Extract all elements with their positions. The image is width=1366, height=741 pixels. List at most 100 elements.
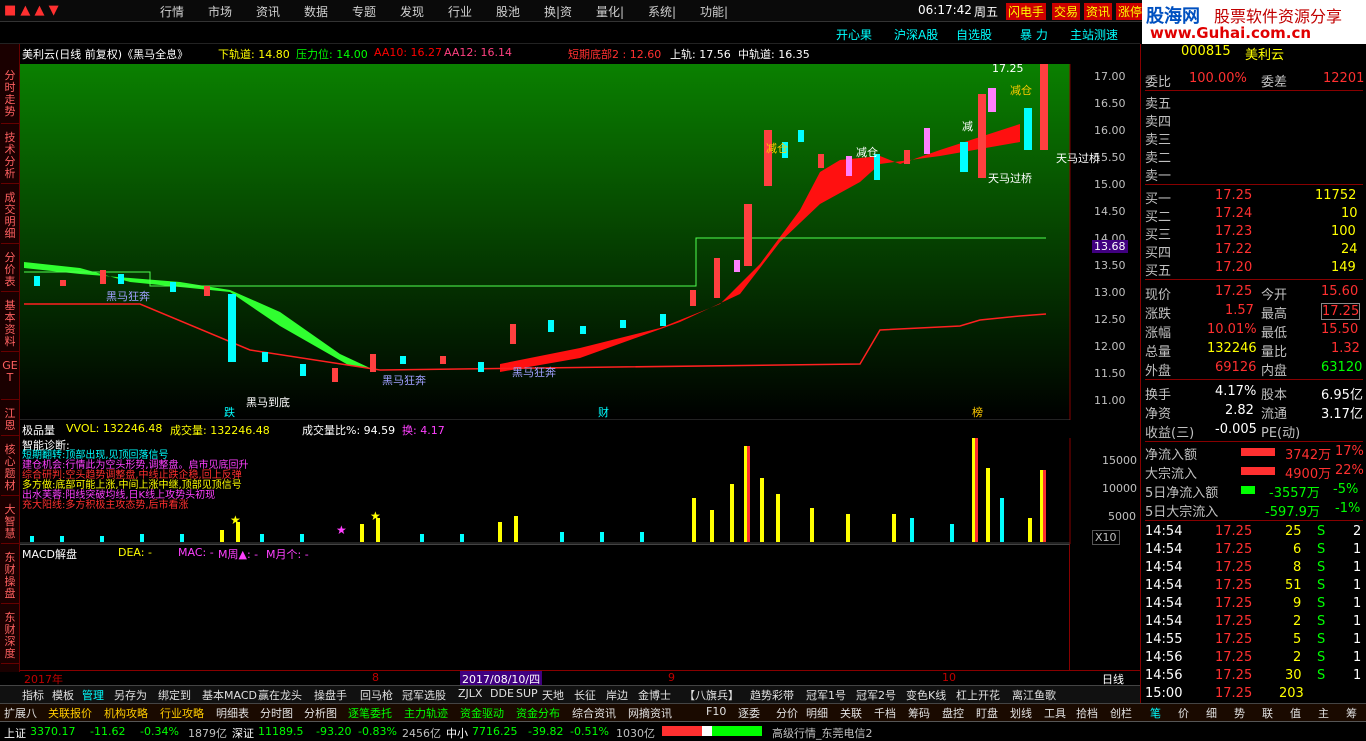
tb-zjlx[interactable]: ZJLX xyxy=(458,687,482,700)
nav-baoli[interactable]: 暴 力 xyxy=(1020,26,1048,43)
tb2-composite[interactable]: 综合资讯 xyxy=(572,705,616,721)
tab-fundamentals[interactable]: 基本资料 xyxy=(1,300,19,352)
tb2-web-news[interactable]: 网摘资讯 xyxy=(628,705,672,721)
rtab-link[interactable]: 联 xyxy=(1262,705,1273,721)
tb2-intraday[interactable]: 分时图 xyxy=(260,705,293,721)
tb2-detail[interactable]: 明细表 xyxy=(216,705,249,721)
tb2-analysis[interactable]: 分析图 xyxy=(304,705,337,721)
rtab-price[interactable]: 价 xyxy=(1178,705,1189,721)
tb-manage[interactable]: 管理 xyxy=(82,687,104,703)
tb-anbian[interactable]: 岸边 xyxy=(606,687,628,703)
menu-industry[interactable]: 行业 xyxy=(448,3,472,20)
menu-function[interactable]: 功能| xyxy=(700,3,728,20)
tb-template[interactable]: 模板 xyxy=(52,687,74,703)
menu-system[interactable]: 系统| xyxy=(648,3,676,20)
tab-dongcai-trade[interactable]: 东财操盘 xyxy=(1,552,19,604)
tb-bind[interactable]: 绑定到 xyxy=(158,687,191,703)
menu-news[interactable]: 资讯 xyxy=(256,3,280,20)
tb2-sidebar[interactable]: 创栏 xyxy=(1110,705,1132,721)
tb-color-k[interactable]: 变色K线 xyxy=(906,687,946,703)
tab-get[interactable]: GET xyxy=(1,360,19,400)
tb2-mingxi[interactable]: 明细 xyxy=(806,705,828,721)
tab-tech-analysis[interactable]: 技术分析 xyxy=(1,132,19,184)
flash-trade-button[interactable]: 闪电手 xyxy=(1006,3,1047,20)
limitup-button[interactable]: 涨停 xyxy=(1116,3,1145,20)
nav-hushen-a[interactable]: 沪深A股 xyxy=(894,26,938,43)
menu-quotes[interactable]: 行情 xyxy=(160,3,184,20)
event-marker[interactable]: 跌 xyxy=(224,404,235,420)
trade-button[interactable]: 交易 xyxy=(1052,3,1081,20)
tb-dde[interactable]: DDE xyxy=(490,687,514,700)
tb-baqibing[interactable]: 【八旗兵】 xyxy=(684,687,739,703)
tb2-price[interactable]: 分价 xyxy=(776,705,798,721)
tb-indicator[interactable]: 指标 xyxy=(22,687,44,703)
window-icons[interactable]: ■ ▲ ▲ ▼ xyxy=(4,3,59,18)
tb-huimaqiang[interactable]: 回马枪 xyxy=(360,687,393,703)
event-marker[interactable]: 榜 xyxy=(972,404,983,420)
tb-gangshang[interactable]: 杠上开花 xyxy=(956,687,1000,703)
news-button[interactable]: 资讯 xyxy=(1084,3,1113,20)
tb2-draw[interactable]: 划线 xyxy=(1010,705,1032,721)
sell5-label: 卖五 xyxy=(1145,97,1172,112)
tab-price-table[interactable]: 分价表 xyxy=(1,252,19,292)
tb-champ2[interactable]: 冠军2号 xyxy=(856,687,896,703)
tab-trade-detail[interactable]: 成交明细 xyxy=(1,192,19,244)
tb2-expand[interactable]: 扩展八 xyxy=(4,705,37,721)
menu-market[interactable]: 市场 xyxy=(208,3,232,20)
rtab-trend[interactable]: 势 xyxy=(1234,705,1245,721)
tb-trend-band[interactable]: 趋势彩带 xyxy=(750,687,794,703)
tb2-fund-dist[interactable]: 资金分布 xyxy=(516,705,560,721)
tab-dzh[interactable]: 大智慧 xyxy=(1,504,19,544)
chart-area[interactable]: 美利云(日线 前复权)《黑马全息》 下轨道: 14.80 压力位: 14.00 … xyxy=(20,44,1140,687)
tb2-fund-drive[interactable]: 资金驱动 xyxy=(460,705,504,721)
tb2-chouma[interactable]: 筹码 xyxy=(908,705,930,721)
tb2-main-track[interactable]: 主力轨迹 xyxy=(404,705,448,721)
macd-panel[interactable] xyxy=(20,544,1070,670)
tb-champ1[interactable]: 冠军1号 xyxy=(806,687,846,703)
menu-switch[interactable]: 换|资 xyxy=(544,3,572,20)
tb-saveas[interactable]: 另存为 xyxy=(114,687,147,703)
rtab-value[interactable]: 值 xyxy=(1290,705,1301,721)
tb-macd[interactable]: 基本MACD xyxy=(202,687,257,703)
menu-discover[interactable]: 发现 xyxy=(400,3,424,20)
tb2-order[interactable]: 逐笔委托 xyxy=(348,705,392,721)
sh-pct: -0.34% xyxy=(140,725,179,738)
annotation-bottom: 黑马到底 xyxy=(246,396,290,409)
nav-watchlist[interactable]: 自选股 xyxy=(956,26,992,43)
menu-data[interactable]: 数据 xyxy=(304,3,328,20)
tick-list[interactable]: 14:54 17.25 25 S 2 14:54 17.25 6 S 1 14:54 17.25 8… xyxy=(1145,524,1363,704)
tb2-f10[interactable]: F10 xyxy=(706,705,726,718)
event-marker[interactable]: 财 xyxy=(598,404,609,420)
menu-quant[interactable]: 量化| xyxy=(596,3,624,20)
tb-tiandi[interactable]: 天地 xyxy=(542,687,564,703)
tb-lijiang[interactable]: 离江鱼歌 xyxy=(1012,687,1056,703)
tb2-related[interactable]: 关联报价 xyxy=(48,705,92,721)
menu-topics[interactable]: 专题 xyxy=(352,3,376,20)
rtab-chips[interactable]: 筹 xyxy=(1346,705,1357,721)
tb2-zhuwei[interactable]: 逐委 xyxy=(738,705,760,721)
rtab-detail[interactable]: 细 xyxy=(1206,705,1217,721)
tb-changzheng[interactable]: 长征 xyxy=(574,687,596,703)
tb-leader[interactable]: 赢在龙头 xyxy=(258,687,302,703)
tb2-qiandang[interactable]: 千档 xyxy=(874,705,896,721)
tb2-guanlian[interactable]: 关联 xyxy=(840,705,862,721)
tb-champion[interactable]: 冠军选股 xyxy=(402,687,446,703)
tb2-tools[interactable]: 工具 xyxy=(1044,705,1066,721)
tab-dongcai-depth[interactable]: 东财深度 xyxy=(1,612,19,664)
tb-sup[interactable]: SUP xyxy=(516,687,538,700)
tb2-industry[interactable]: 行业攻略 xyxy=(160,705,204,721)
tb2-pankong[interactable]: 盘控 xyxy=(942,705,964,721)
tab-intraday[interactable]: 分时走势 xyxy=(1,70,19,124)
rtab-main[interactable]: 主 xyxy=(1318,705,1329,721)
tb-operator[interactable]: 操盘手 xyxy=(314,687,347,703)
tab-core-topics[interactable]: 核心题材 xyxy=(1,444,19,496)
tab-gann[interactable]: 江恩 xyxy=(1,408,19,436)
rtab-bi[interactable]: 笔 xyxy=(1150,705,1161,721)
tb-jinboshi[interactable]: 金博士 xyxy=(638,687,671,703)
nav-kaixinguo[interactable]: 开心果 xyxy=(836,26,872,43)
tb2-institution[interactable]: 机构攻略 xyxy=(104,705,148,721)
tb2-dingpan[interactable]: 盯盘 xyxy=(976,705,998,721)
menu-stockpool[interactable]: 股池 xyxy=(496,3,520,20)
nav-speedtest[interactable]: 主站测速 xyxy=(1070,26,1118,43)
tb2-shidang[interactable]: 拾档 xyxy=(1076,705,1098,721)
